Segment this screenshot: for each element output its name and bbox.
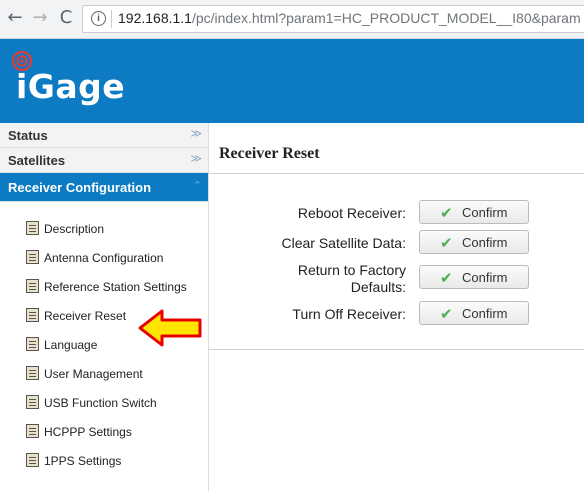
forward-arrow-icon[interactable]: → (29, 7, 51, 29)
divider (209, 173, 584, 174)
document-icon (26, 250, 39, 264)
url-path: /pc/index.html?param1=HC_PRODUCT_MODEL__… (191, 10, 581, 26)
url-text[interactable]: 192.168.1.1/pc/index.html?param1=HC_PROD… (118, 10, 581, 26)
divider (209, 349, 584, 350)
logo-text: iGage (16, 67, 126, 106)
button-label: Confirm (462, 306, 508, 321)
document-icon (26, 395, 39, 409)
checkmark-icon: ✔ (440, 269, 453, 287)
info-icon[interactable]: i (91, 11, 106, 26)
address-divider (111, 10, 112, 28)
sidebar-item-usb-function-switch[interactable]: USB Function Switch (0, 388, 208, 417)
clear-satellite-confirm-button[interactable]: ✔ Confirm (419, 230, 529, 254)
sidebar-item-label: USB Function Switch (44, 396, 157, 410)
app-header: iGage (0, 39, 584, 123)
collapse-chevron-icon[interactable]: ⌃ (193, 179, 202, 192)
address-bar[interactable]: i 192.168.1.1/pc/index.html?param1=HC_PR… (82, 5, 584, 33)
document-icon (26, 366, 39, 380)
sidebar-section-label: Status (8, 128, 48, 143)
factory-defaults-label-line2: Defaults: (350, 279, 406, 295)
sidebar-item-label: User Management (44, 367, 143, 381)
button-label: Confirm (462, 270, 508, 285)
sidebar: Status ≫ Satellites ≫ Receiver Configura… (0, 123, 209, 491)
document-icon (26, 221, 39, 235)
sidebar-item-description[interactable]: Description (0, 214, 208, 243)
sidebar-item-label: HCPPP Settings (44, 425, 132, 439)
document-icon (26, 424, 39, 438)
clear-satellite-data-label: Clear Satellite Data: (281, 235, 406, 251)
url-host: 192.168.1.1 (118, 10, 192, 26)
sidebar-item-label: Description (44, 222, 105, 236)
sidebar-item-label: Antenna Configuration (44, 251, 164, 265)
sidebar-item-hcppp-settings[interactable]: HCPPP Settings (0, 417, 208, 446)
sidebar-section-satellites[interactable]: Satellites ≫ (0, 148, 208, 173)
reload-icon[interactable]: C (55, 7, 77, 29)
pointer-arrow-icon (138, 309, 202, 347)
sidebar-item-label: Language (44, 338, 98, 352)
sidebar-item-label: Reference Station Settings (44, 280, 187, 294)
expand-chevron-icon[interactable]: ≫ (190, 127, 202, 140)
sidebar-item-label: 1PPS Settings (44, 454, 122, 468)
checkmark-icon: ✔ (440, 204, 453, 222)
sidebar-item-label: Receiver Reset (44, 309, 127, 323)
sidebar-item-antenna-configuration[interactable]: Antenna Configuration (0, 243, 208, 272)
factory-defaults-label-line1: Return to Factory (297, 262, 406, 278)
sidebar-item-reference-station-settings[interactable]: Reference Station Settings (0, 272, 208, 301)
checkmark-icon: ✔ (440, 305, 453, 323)
button-label: Confirm (462, 205, 508, 220)
page-title: Receiver Reset (219, 145, 320, 162)
turn-off-receiver-label: Turn Off Receiver: (292, 306, 406, 322)
reboot-receiver-label: Reboot Receiver: (297, 205, 406, 221)
sidebar-section-status[interactable]: Status ≫ (0, 123, 208, 148)
browser-toolbar: ← → C i 192.168.1.1/pc/index.html?param1… (0, 0, 584, 39)
sidebar-item-1pps-settings[interactable]: 1PPS Settings (0, 446, 208, 475)
checkmark-icon: ✔ (440, 234, 453, 252)
reboot-confirm-button[interactable]: ✔ Confirm (419, 200, 529, 224)
document-icon (26, 308, 39, 322)
button-label: Confirm (462, 235, 508, 250)
main-panel: Receiver Reset Reboot Receiver: ✔ Confir… (209, 123, 584, 491)
sidebar-section-receiver-configuration[interactable]: Receiver Configuration ⌃ (0, 173, 208, 202)
igage-logo: iGage (8, 47, 148, 107)
sidebar-section-label: Receiver Configuration (8, 180, 152, 195)
document-icon (26, 337, 39, 351)
sidebar-section-label: Satellites (8, 153, 66, 168)
turn-off-confirm-button[interactable]: ✔ Confirm (419, 301, 529, 325)
expand-chevron-icon[interactable]: ≫ (190, 152, 202, 165)
document-icon (26, 453, 39, 467)
document-icon (26, 279, 39, 293)
factory-defaults-confirm-button[interactable]: ✔ Confirm (419, 265, 529, 289)
sidebar-item-user-management[interactable]: User Management (0, 359, 208, 388)
back-arrow-icon[interactable]: ← (4, 7, 26, 29)
